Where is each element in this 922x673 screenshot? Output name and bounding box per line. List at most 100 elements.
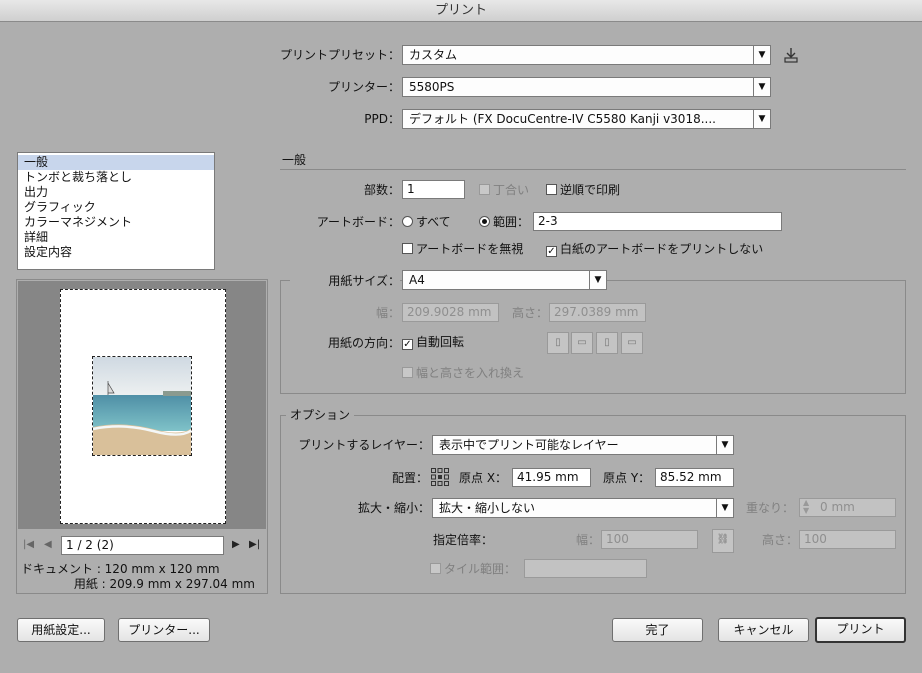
paper-size-value: A4 bbox=[409, 273, 425, 287]
first-page-icon[interactable]: |◀ bbox=[23, 539, 34, 550]
range-label: 範囲： bbox=[493, 215, 530, 229]
sidebar-item-marks-bleed[interactable]: トンボと裁ち落とし bbox=[18, 170, 214, 185]
chevron-down-icon: ▼ bbox=[716, 436, 733, 454]
done-button[interactable]: 完了 bbox=[612, 618, 703, 642]
tile-range-input bbox=[524, 559, 647, 578]
portrait-flipped-icon: ▯ bbox=[596, 332, 618, 354]
cancel-button[interactable]: キャンセル bbox=[718, 618, 809, 642]
tile-range-checkbox: タイル範囲： bbox=[430, 560, 516, 578]
swap-label: 幅と高さを入れ換え bbox=[416, 366, 525, 380]
sidebar-item-output[interactable]: 出力 bbox=[18, 185, 214, 200]
orientation-label: 用紙の方向： bbox=[327, 336, 400, 350]
sidebar-item-graphics[interactable]: グラフィック bbox=[18, 200, 214, 215]
link-chain-icon: ⛓ bbox=[712, 529, 734, 553]
chevron-down-icon: ▼ bbox=[753, 46, 770, 64]
overlap-label: 重なり： bbox=[746, 501, 795, 515]
auto-rotate-label: 自動回転 bbox=[416, 335, 465, 349]
artboard-all-radio[interactable]: すべて bbox=[402, 213, 451, 231]
preview-artwork bbox=[92, 356, 192, 456]
preview-panel: |◀ ◀ 1 / 2 (2) ▶ ▶| ドキュメント : 120 mm x 12… bbox=[16, 279, 268, 594]
overlap-input: ▲ ▼ 0 mm bbox=[799, 498, 896, 517]
landscape-icon: ▭ bbox=[571, 332, 593, 354]
ppd-select[interactable]: デフォルト (FX DocuCentre-IV C5580 Kanji v301… bbox=[402, 109, 771, 129]
sidebar-item-advanced[interactable]: 詳細 bbox=[18, 230, 214, 245]
sidebar-item-general[interactable]: 一般 bbox=[18, 155, 214, 170]
page-field[interactable]: 1 / 2 (2) bbox=[61, 536, 224, 555]
preview-canvas[interactable] bbox=[18, 281, 266, 529]
window-title: プリント bbox=[0, 0, 922, 22]
section-divider bbox=[280, 169, 906, 170]
options-title: オプション bbox=[286, 407, 355, 423]
layers-select[interactable]: 表示中でプリント可能なレイヤー ▼ bbox=[432, 435, 734, 455]
scale-value: 拡大・縮小しない bbox=[439, 501, 536, 515]
scale-width-input: 100 bbox=[601, 530, 698, 549]
printer-select[interactable]: 5580PS ▼ bbox=[402, 77, 771, 97]
paper-size-info: 用紙 : 209.9 mm x 297.04 mm bbox=[73, 577, 255, 591]
all-label: すべて bbox=[416, 215, 451, 229]
paper-size-label: 用紙サイズ： bbox=[290, 272, 400, 290]
chevron-down-icon: ▼ bbox=[753, 110, 770, 128]
next-page-icon[interactable]: ▶ bbox=[232, 539, 240, 550]
sidebar-item-color-management[interactable]: カラーマネジメント bbox=[18, 215, 214, 230]
sidebar-item-summary[interactable]: 設定内容 bbox=[18, 245, 214, 260]
chevron-down-icon: ▼ bbox=[716, 499, 733, 517]
chevron-down-icon: ▼ bbox=[753, 78, 770, 96]
landscape-flipped-icon: ▭ bbox=[621, 332, 643, 354]
scale-label: 拡大・縮小： bbox=[357, 501, 430, 515]
ignore-artboards-checkbox[interactable]: アートボードを無視 bbox=[402, 240, 523, 258]
artboard-label: アートボード： bbox=[316, 215, 400, 229]
scale-height-input: 100 bbox=[799, 530, 896, 549]
scale-height-label: 高さ： bbox=[761, 533, 798, 547]
ppd-label: PPD： bbox=[364, 112, 400, 126]
skip-blank-label: 白紙のアートボードをプリントしない bbox=[560, 242, 764, 256]
origin-y-label: 原点 Y： bbox=[603, 471, 651, 485]
preset-value: カスタム bbox=[409, 48, 458, 62]
printer-label: プリンター： bbox=[327, 80, 400, 94]
general-section-title: 一般 bbox=[282, 153, 307, 167]
paper-width-input: 209.9028 mm bbox=[402, 303, 499, 322]
preset-select[interactable]: カスタム ▼ bbox=[402, 45, 771, 65]
stepper-arrows-icon: ▲ ▼ bbox=[803, 498, 810, 515]
overlap-value: 0 mm bbox=[820, 500, 855, 514]
origin-x-input[interactable]: 41.95 mm bbox=[512, 468, 591, 487]
origin-x-label: 原点 X： bbox=[459, 471, 508, 485]
ignore-artboards-label: アートボードを無視 bbox=[416, 242, 524, 256]
copies-input[interactable]: 1 bbox=[402, 180, 465, 199]
paper-size-select[interactable]: A4 ▼ bbox=[402, 270, 607, 290]
collate-checkbox: 丁合い bbox=[479, 181, 529, 199]
range-input[interactable]: 2-3 bbox=[533, 212, 782, 231]
artboard-range-radio[interactable]: 範囲： bbox=[479, 213, 529, 231]
custom-scale-label: 指定倍率： bbox=[433, 533, 494, 547]
last-page-icon[interactable]: ▶| bbox=[249, 539, 260, 550]
beach-photo-image bbox=[93, 357, 191, 455]
paper-width-label: 幅： bbox=[375, 306, 400, 320]
reverse-order-label: 逆順で印刷 bbox=[560, 183, 621, 197]
reverse-order-checkbox[interactable]: 逆順で印刷 bbox=[546, 181, 620, 199]
swap-dimensions-checkbox: 幅と高さを入れ換え bbox=[402, 364, 524, 382]
print-button[interactable]: プリント bbox=[815, 617, 906, 643]
paper-height-input: 297.0389 mm bbox=[549, 303, 646, 322]
layers-label: プリントするレイヤー： bbox=[298, 438, 430, 452]
scale-select[interactable]: 拡大・縮小しない ▼ bbox=[432, 498, 734, 518]
scale-width-label: 幅： bbox=[575, 533, 600, 547]
printer-value: 5580PS bbox=[409, 80, 455, 94]
auto-rotate-checkbox[interactable]: ✓ 自動回転 bbox=[402, 333, 464, 351]
printer-button[interactable]: プリンター... bbox=[118, 618, 210, 642]
preset-label: プリントプリセット： bbox=[279, 48, 400, 62]
skip-blank-checkbox[interactable]: ✓ 白紙のアートボードをプリントしない bbox=[546, 240, 763, 258]
placement-grid-icon[interactable] bbox=[430, 467, 450, 487]
page-setup-button[interactable]: 用紙設定... bbox=[17, 618, 105, 642]
save-preset-icon[interactable] bbox=[782, 46, 800, 64]
category-list: 一般 トンボと裁ち落とし 出力 グラフィック カラーマネジメント 詳細 設定内容 bbox=[17, 152, 215, 270]
collate-label: 丁合い bbox=[493, 183, 530, 197]
placement-label: 配置： bbox=[391, 471, 428, 485]
prev-page-icon[interactable]: ◀ bbox=[44, 539, 52, 550]
copies-label: 部数： bbox=[363, 183, 400, 197]
tile-range-label: タイル範囲： bbox=[444, 562, 517, 576]
portrait-icon: ▯ bbox=[547, 332, 569, 354]
chevron-down-icon: ▼ bbox=[589, 271, 606, 289]
origin-y-input[interactable]: 85.52 mm bbox=[655, 468, 734, 487]
layers-value: 表示中でプリント可能なレイヤー bbox=[439, 438, 619, 452]
preview-page bbox=[60, 289, 226, 524]
ppd-value: デフォルト (FX DocuCentre-IV C5580 Kanji v301… bbox=[409, 112, 716, 126]
